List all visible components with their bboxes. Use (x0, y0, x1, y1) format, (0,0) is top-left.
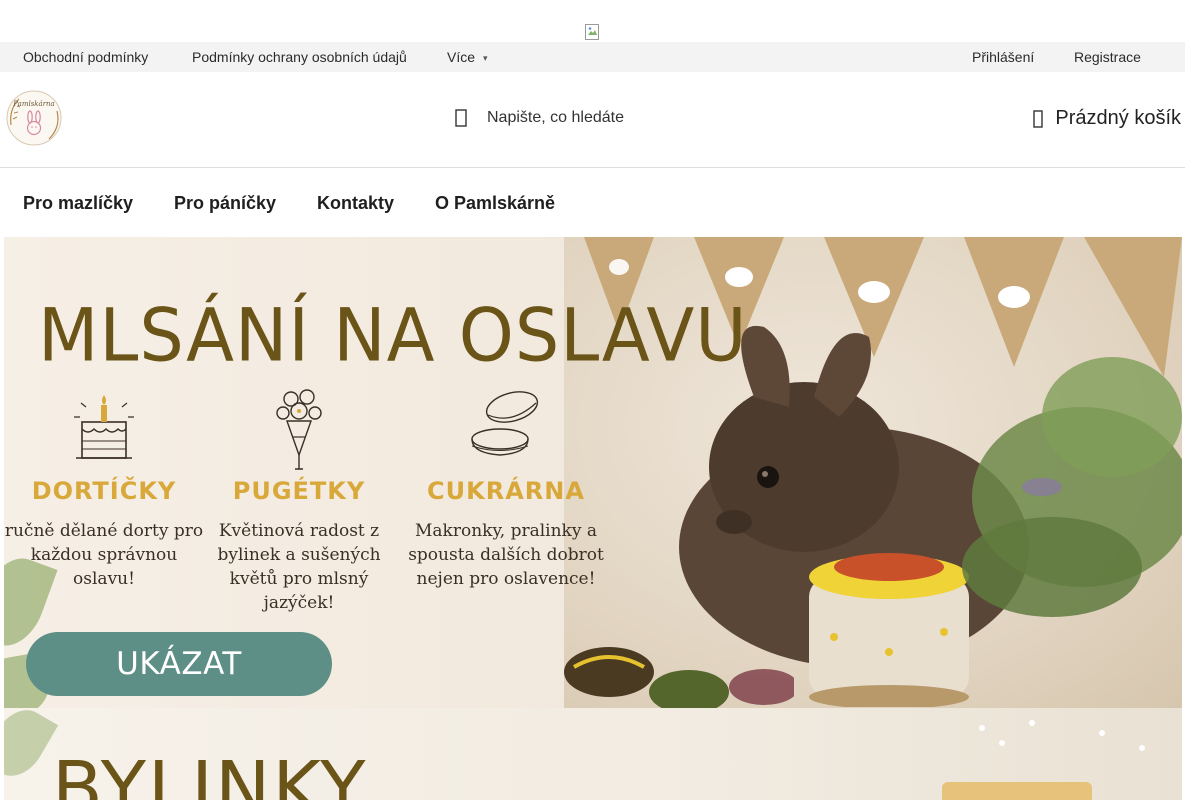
search-bar[interactable]: Napište, co hledáte (455, 106, 624, 130)
hero-banner[interactable]: MLSÁNÍ NA OSLAVU DORTÍČKY ručně dělané d… (4, 237, 1182, 708)
banner-headline: MLSÁNÍ NA OSLAVU (38, 292, 748, 379)
register-link[interactable]: Registrace (1074, 49, 1141, 65)
nav-item-about[interactable]: O Pamlskárně (435, 193, 555, 213)
feature-title: PUGÉTKY (232, 477, 366, 505)
nav-item-owners[interactable]: Pro páníčky (174, 193, 276, 213)
feature-title: DORTÍČKY (31, 477, 177, 505)
more-label: Více (447, 49, 476, 65)
feature-bouquets: PUGÉTKY Květinová radost z bylinek a suš… (199, 377, 399, 615)
nav-item-pets[interactable]: Pro mazlíčky (23, 193, 133, 213)
feature-title: CUKRÁRNA (427, 477, 585, 505)
herbs-banner-headline: BYLINKY (52, 746, 368, 800)
terms-link[interactable]: Obchodní podmínky (23, 49, 148, 65)
cart-label: Prázdný košík (1055, 107, 1181, 129)
herbs-banner[interactable]: BYLINKY (4, 708, 1182, 800)
cart-icon (1033, 109, 1045, 129)
cart-button[interactable]: Prázdný košík (1033, 107, 1181, 130)
chevron-down-icon: ▾ (483, 53, 488, 64)
feature-text: ručně dělané dorty pro každou správnou o… (4, 521, 204, 589)
site-header: Pamlskárna Napište, co hledáte Prázdný k… (0, 72, 1185, 168)
login-link[interactable]: Přihlášení (972, 49, 1034, 65)
logo-image: Pamlskárna (6, 90, 62, 146)
macaron-icon (471, 391, 539, 456)
privacy-link[interactable]: Podmínky ochrany osobních údajů (192, 49, 407, 65)
search-input[interactable]: Napište, co hledáte (487, 109, 624, 127)
feature-text: Makronky, pralinky a spousta dalších dob… (408, 521, 604, 589)
feature-confectionery: CUKRÁRNA Makronky, pralinky a spousta da… (406, 377, 606, 591)
logo[interactable]: Pamlskárna (5, 89, 63, 147)
broken-image-icon (585, 24, 601, 40)
herbs-photo (962, 357, 1182, 617)
bouquet-icon (276, 389, 322, 470)
main-navigation: Pro mazlíčky Pro páníčky Kontakty O Paml… (0, 169, 1185, 237)
show-treats-button[interactable]: UKÁZAT DOBRŮTKY (26, 632, 332, 696)
cake-icon (74, 395, 134, 459)
treats-photo (564, 647, 794, 708)
nav-item-contacts[interactable]: Kontakty (317, 193, 394, 213)
herbs-photo (942, 720, 1145, 800)
feature-cakes: DORTÍČKY ručně dělané dorty pro každou s… (4, 377, 204, 591)
top-utility-bar: Obchodní podmínky Podmínky ochrany osobn… (0, 42, 1185, 72)
search-icon[interactable] (455, 108, 469, 128)
logo-text: Pamlskárna (12, 100, 54, 108)
feature-text: Květinová radost z bylinek a sušených kv… (217, 521, 381, 613)
leaf-decoration (4, 708, 59, 786)
more-menu[interactable]: Více ▾ (447, 49, 488, 66)
